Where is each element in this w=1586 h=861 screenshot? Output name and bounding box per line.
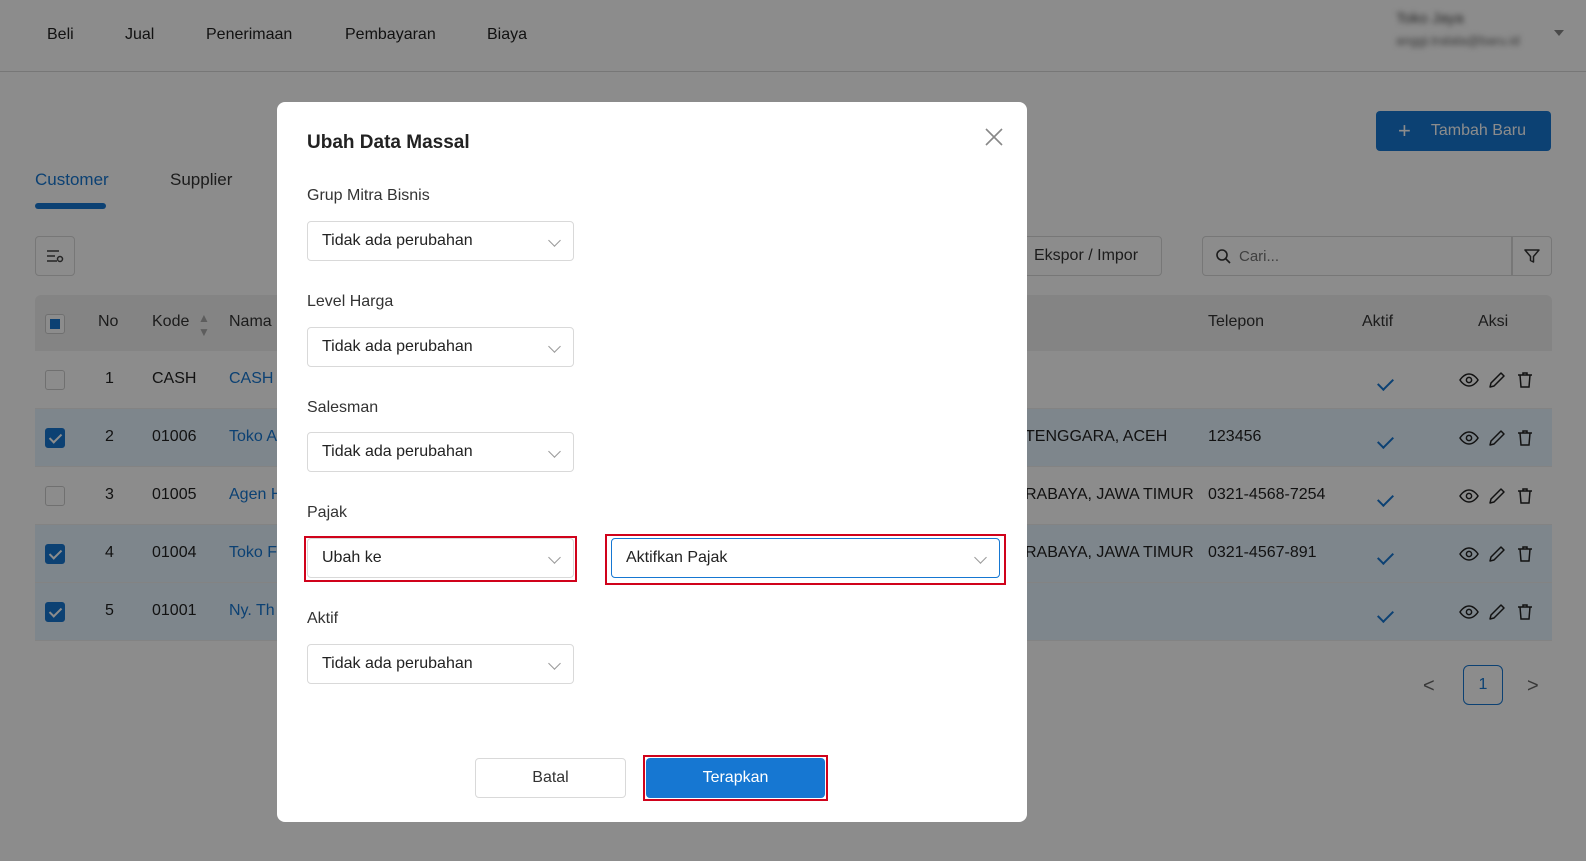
level-harga-select[interactable]: Tidak ada perubahan	[307, 327, 574, 367]
salesman-label: Salesman	[307, 399, 379, 416]
highlight-box	[643, 755, 828, 801]
grup-mitra-label: Grup Mitra Bisnis	[307, 187, 430, 204]
salesman-value: Tidak ada perubahan	[322, 443, 473, 460]
level-harga-value: Tidak ada perubahan	[322, 338, 473, 355]
aktif-value: Tidak ada perubahan	[322, 655, 473, 672]
close-icon[interactable]	[983, 126, 1005, 148]
level-harga-label: Level Harga	[307, 293, 394, 310]
highlight-box	[304, 536, 577, 582]
chevron-down-icon	[548, 234, 561, 247]
aktif-label: Aktif	[307, 610, 339, 627]
chevron-down-icon	[548, 445, 561, 458]
grup-mitra-select[interactable]: Tidak ada perubahan	[307, 221, 574, 261]
pajak-label: Pajak	[307, 504, 348, 521]
modal-title: Ubah Data Massal	[307, 132, 470, 153]
aktif-select[interactable]: Tidak ada perubahan	[307, 644, 574, 684]
chevron-down-icon	[548, 657, 561, 670]
chevron-down-icon	[548, 340, 561, 353]
salesman-select[interactable]: Tidak ada perubahan	[307, 432, 574, 472]
cancel-button[interactable]: Batal	[475, 758, 626, 798]
bulk-edit-modal: Ubah Data Massal Grup Mitra Bisnis Tidak…	[277, 102, 1027, 822]
grup-mitra-value: Tidak ada perubahan	[322, 232, 473, 249]
highlight-box	[605, 534, 1006, 585]
